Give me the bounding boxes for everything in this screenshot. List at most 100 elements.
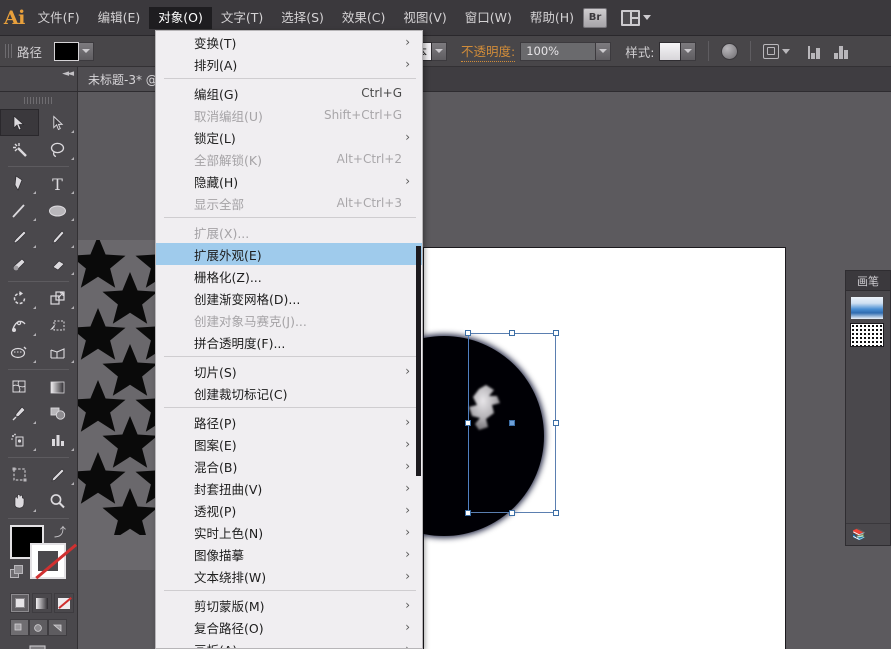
symbol-sprayer-tool[interactable] [0,427,39,454]
opacity-dropdown[interactable] [596,42,611,61]
color-mode-button[interactable] [10,593,30,613]
perspective-grid-tool[interactable] [39,339,78,366]
change-screen-mode-button[interactable] [22,644,77,649]
gradient-tool[interactable] [39,373,78,400]
brush-dots-swatch[interactable] [850,323,884,347]
menu-item-row[interactable]: 复合路径(O)› [156,616,422,638]
artboard-tool[interactable] [0,461,39,488]
stroke-color-swatch[interactable] [30,543,66,579]
bridge-button[interactable]: Br [583,8,607,28]
brush-gradient-swatch[interactable] [850,296,884,320]
menu-item-row[interactable]: 透视(P)› [156,499,422,521]
menubar-item-6[interactable]: 视图(V) [394,7,455,29]
menu-item-row[interactable]: 编组(G)Ctrl+G [156,82,422,104]
align-left-icon[interactable] [808,44,820,59]
menu-item-row[interactable]: 扩展外观(E) [156,243,422,265]
blend-tool[interactable] [39,400,78,427]
scale-tool[interactable] [39,285,78,312]
none-mode-button[interactable] [54,593,74,613]
selection-anchor-center[interactable] [509,420,515,426]
menu-item-row[interactable]: 路径(P)› [156,411,422,433]
workspace-switcher-button[interactable] [621,10,651,26]
magic-wand-tool[interactable] [0,136,39,163]
brushes-panel[interactable]: 画笔 📚 [845,270,891,546]
stroke-profile-dropdown[interactable] [432,42,447,61]
direct-selection-tool[interactable] [39,109,78,136]
menu-item-row[interactable]: 封套扭曲(V)› [156,477,422,499]
menubar-item-7[interactable]: 窗口(W) [456,7,521,29]
opacity-label[interactable]: 不透明度: [461,41,515,62]
menu-item-row[interactable]: 变换(T)› [156,31,422,53]
selection-handle-bc[interactable] [509,510,515,516]
menu-item-row[interactable]: 文本绕排(W)› [156,565,422,587]
chevron-down-icon[interactable] [782,49,790,54]
menu-item-row[interactable]: 图案(E)› [156,433,422,455]
fill-swatch-control[interactable] [54,42,94,61]
menu-item-row[interactable]: 创建渐变网格(D)... [156,287,422,309]
menu-item-row[interactable]: 拼合透明度(F)... [156,331,422,353]
menubar-item-2[interactable]: 对象(O) [149,7,212,29]
menubar-item-5[interactable]: 效果(C) [333,7,394,29]
selection-handle-bl[interactable] [465,510,471,516]
menu-item-row[interactable]: 图像描摹› [156,543,422,565]
eraser-tool[interactable] [39,251,78,278]
free-transform-tool[interactable] [39,312,78,339]
opacity-input[interactable]: 100% [520,42,596,61]
pencil-tool[interactable] [39,224,78,251]
fill-swatch-dropdown[interactable] [79,42,94,61]
draw-inside-button[interactable] [48,619,67,636]
lasso-tool[interactable] [39,136,78,163]
menu-scrollbar[interactable] [416,246,421,476]
mesh-tool[interactable] [0,373,39,400]
gradient-mode-button[interactable] [32,593,52,613]
tools-panel-grip[interactable] [24,96,54,105]
menu-item-row[interactable]: 画板(A)› [156,638,422,649]
zoom-tool[interactable] [39,488,78,515]
menu-item-row[interactable]: 切片(S)› [156,360,422,382]
style-dropdown[interactable] [681,42,696,61]
menu-item-row[interactable]: 实时上色(N)› [156,521,422,543]
control-bar-grip[interactable] [4,42,12,60]
width-tool[interactable] [0,312,39,339]
menubar-item-3[interactable]: 文字(T) [212,7,272,29]
ellipse-tool[interactable] [39,197,78,224]
menubar-item-8[interactable]: 帮助(H) [521,7,583,29]
column-graph-tool[interactable] [39,427,78,454]
pen-tool[interactable] [0,170,39,197]
rotate-tool[interactable] [0,285,39,312]
hand-tool[interactable] [0,488,39,515]
menu-item-row[interactable]: 混合(B)› [156,455,422,477]
selection-handle-tl[interactable] [465,330,471,336]
menubar-item-4[interactable]: 选择(S) [272,7,333,29]
swap-fill-stroke-icon[interactable]: ⤴ [54,523,66,540]
style-swatch[interactable] [659,42,681,61]
selection-tool[interactable] [0,109,39,136]
brush-libraries-icon[interactable]: 📚 [852,528,866,541]
menu-item-row[interactable]: 排列(A)› [156,53,422,75]
menu-item-row[interactable]: 剪切蒙版(M)› [156,594,422,616]
artboard[interactable] [423,247,786,649]
menubar-item-1[interactable]: 编辑(E) [89,7,150,29]
selection-handle-mr[interactable] [553,420,559,426]
menu-item-row[interactable]: 隐藏(H)› [156,170,422,192]
menu-item-row[interactable]: 栅格化(Z)... [156,265,422,287]
fill-swatch[interactable] [54,42,79,61]
selection-handle-tr[interactable] [553,330,559,336]
selection-handle-br[interactable] [553,510,559,516]
paintbrush-tool[interactable] [0,224,39,251]
line-segment-tool[interactable] [0,197,39,224]
style-control[interactable] [659,42,696,61]
transform-icon[interactable] [763,44,779,59]
shape-builder-tool[interactable] [0,339,39,366]
type-tool[interactable]: T [39,170,78,197]
selection-handle-tc[interactable] [509,330,515,336]
toolbar-collapse-button[interactable]: ◄◄ [0,67,78,91]
menubar-item-0[interactable]: 文件(F) [29,7,89,29]
default-fill-stroke-icon[interactable] [10,565,24,579]
draw-normal-button[interactable] [10,619,29,636]
draw-behind-button[interactable] [29,619,48,636]
brushes-panel-tab[interactable]: 画笔 [846,271,890,291]
selection-handle-ml[interactable] [465,420,471,426]
menu-item-row[interactable]: 创建裁切标记(C) [156,382,422,404]
selection-bounding-box[interactable] [468,333,556,513]
